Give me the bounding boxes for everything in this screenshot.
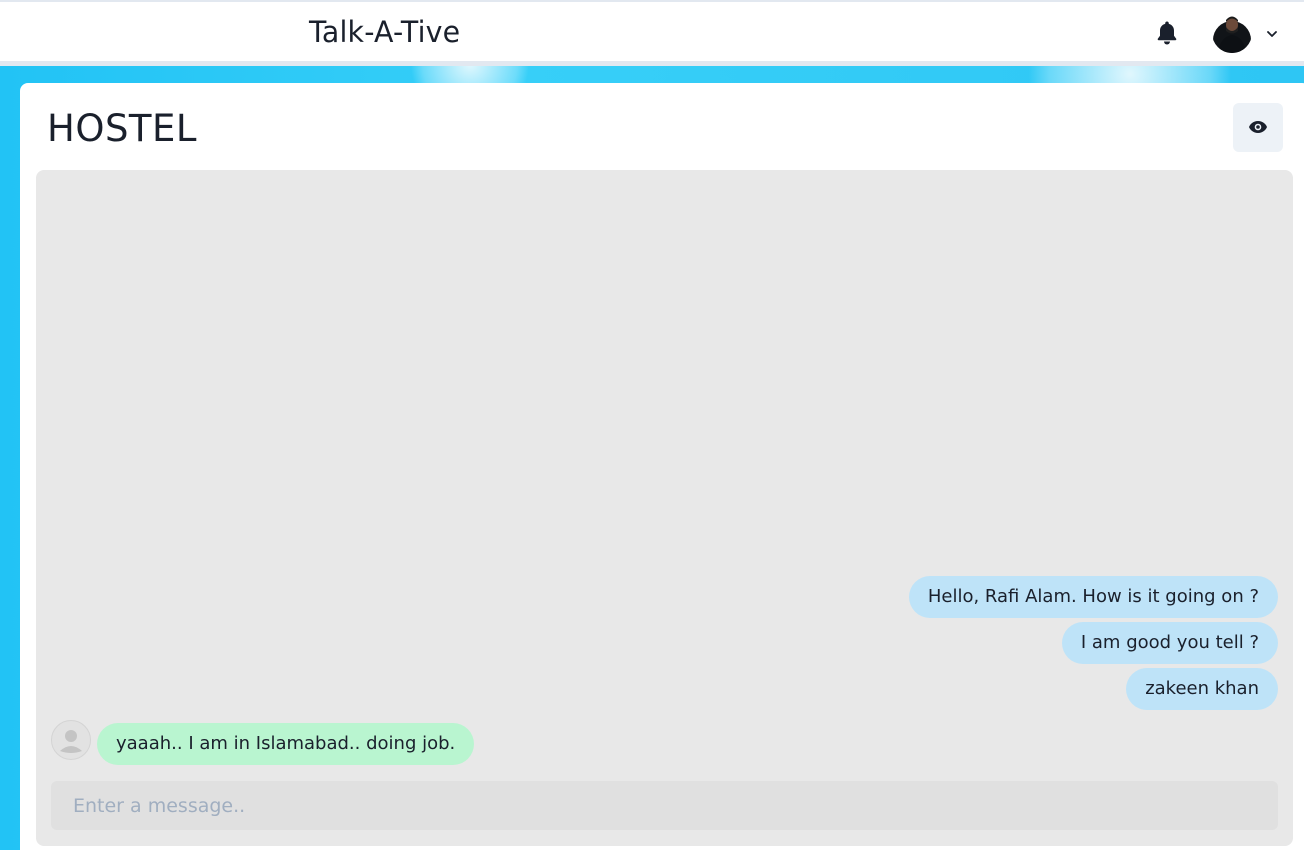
profile-menu-button[interactable] <box>1206 10 1284 60</box>
chevron-down-icon <box>1266 27 1278 39</box>
sender-avatar[interactable] <box>51 720 91 760</box>
message-input[interactable] <box>51 781 1278 830</box>
message-sent: zakeen khan <box>1126 668 1278 710</box>
user-icon <box>60 730 82 753</box>
top-nav-bar: Talk-A-Tive <box>0 0 1304 66</box>
app-title: Talk-A-Tive <box>309 15 461 49</box>
avatar[interactable] <box>1212 13 1252 53</box>
eye-icon <box>1249 121 1267 133</box>
message-received: yaaah.. I am in Islamabad.. doing job. <box>97 723 475 765</box>
chat-title: HOSTEL <box>47 107 198 150</box>
bell-icon[interactable] <box>1155 20 1179 48</box>
view-details-button[interactable] <box>1233 103 1283 152</box>
message-sent: I am good you tell ? <box>1061 622 1278 664</box>
messages-area[interactable]: Hello, Rafi Alam. How is it going on ? I… <box>36 170 1293 846</box>
message-sent: Hello, Rafi Alam. How is it going on ? <box>908 576 1278 618</box>
chat-panel: HOSTEL Hello, Rafi Alam. How is it going… <box>20 83 1304 850</box>
